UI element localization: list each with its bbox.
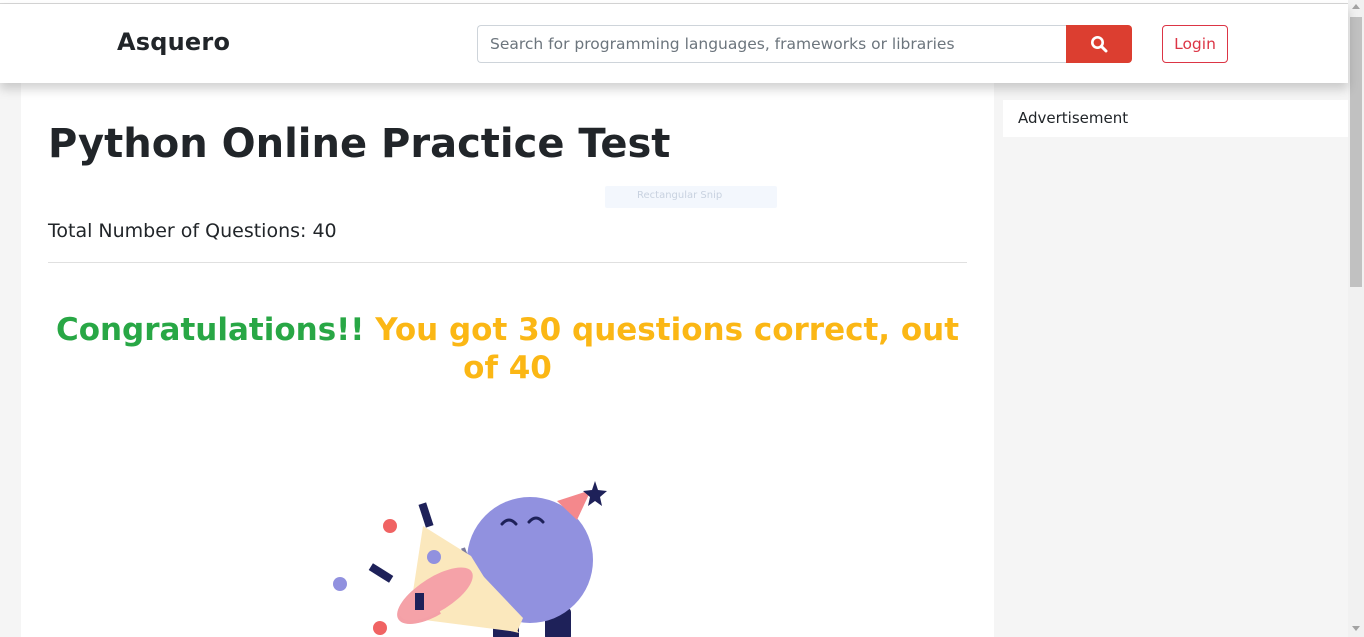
- score-text: You got 30 questions correct, out of 40: [375, 312, 960, 386]
- search-button[interactable]: [1066, 25, 1132, 63]
- search-icon: [1091, 36, 1108, 53]
- total-questions-text: Total Number of Questions: 40: [48, 220, 337, 242]
- party-megaphone-celebration-icon: [333, 481, 607, 637]
- congrats-text: Congratulations!!: [55, 312, 365, 348]
- login-button[interactable]: Login: [1162, 25, 1228, 63]
- snip-tool-ghost-overlay: Rectangular Snip: [605, 186, 777, 208]
- brand-logo[interactable]: Asquero: [117, 28, 230, 56]
- advertisement-panel: Advertisement: [1003, 100, 1348, 137]
- result-message: Congratulations!! You got 30 questions c…: [48, 311, 967, 387]
- vertical-scrollbar[interactable]: [1348, 0, 1364, 637]
- scrollbar-thumb[interactable]: [1350, 17, 1362, 287]
- scroll-down-arrow-icon[interactable]: [1352, 626, 1360, 631]
- main-content-card: Python Online Practice Test Rectangular …: [21, 83, 994, 637]
- page-title: Python Online Practice Test: [48, 121, 671, 167]
- section-divider: [48, 262, 967, 263]
- search-input[interactable]: [477, 25, 1067, 63]
- advertisement-label: Advertisement: [1018, 109, 1129, 127]
- top-navbar: Asquero Login: [0, 4, 1348, 83]
- scroll-up-arrow-icon[interactable]: [1352, 4, 1360, 9]
